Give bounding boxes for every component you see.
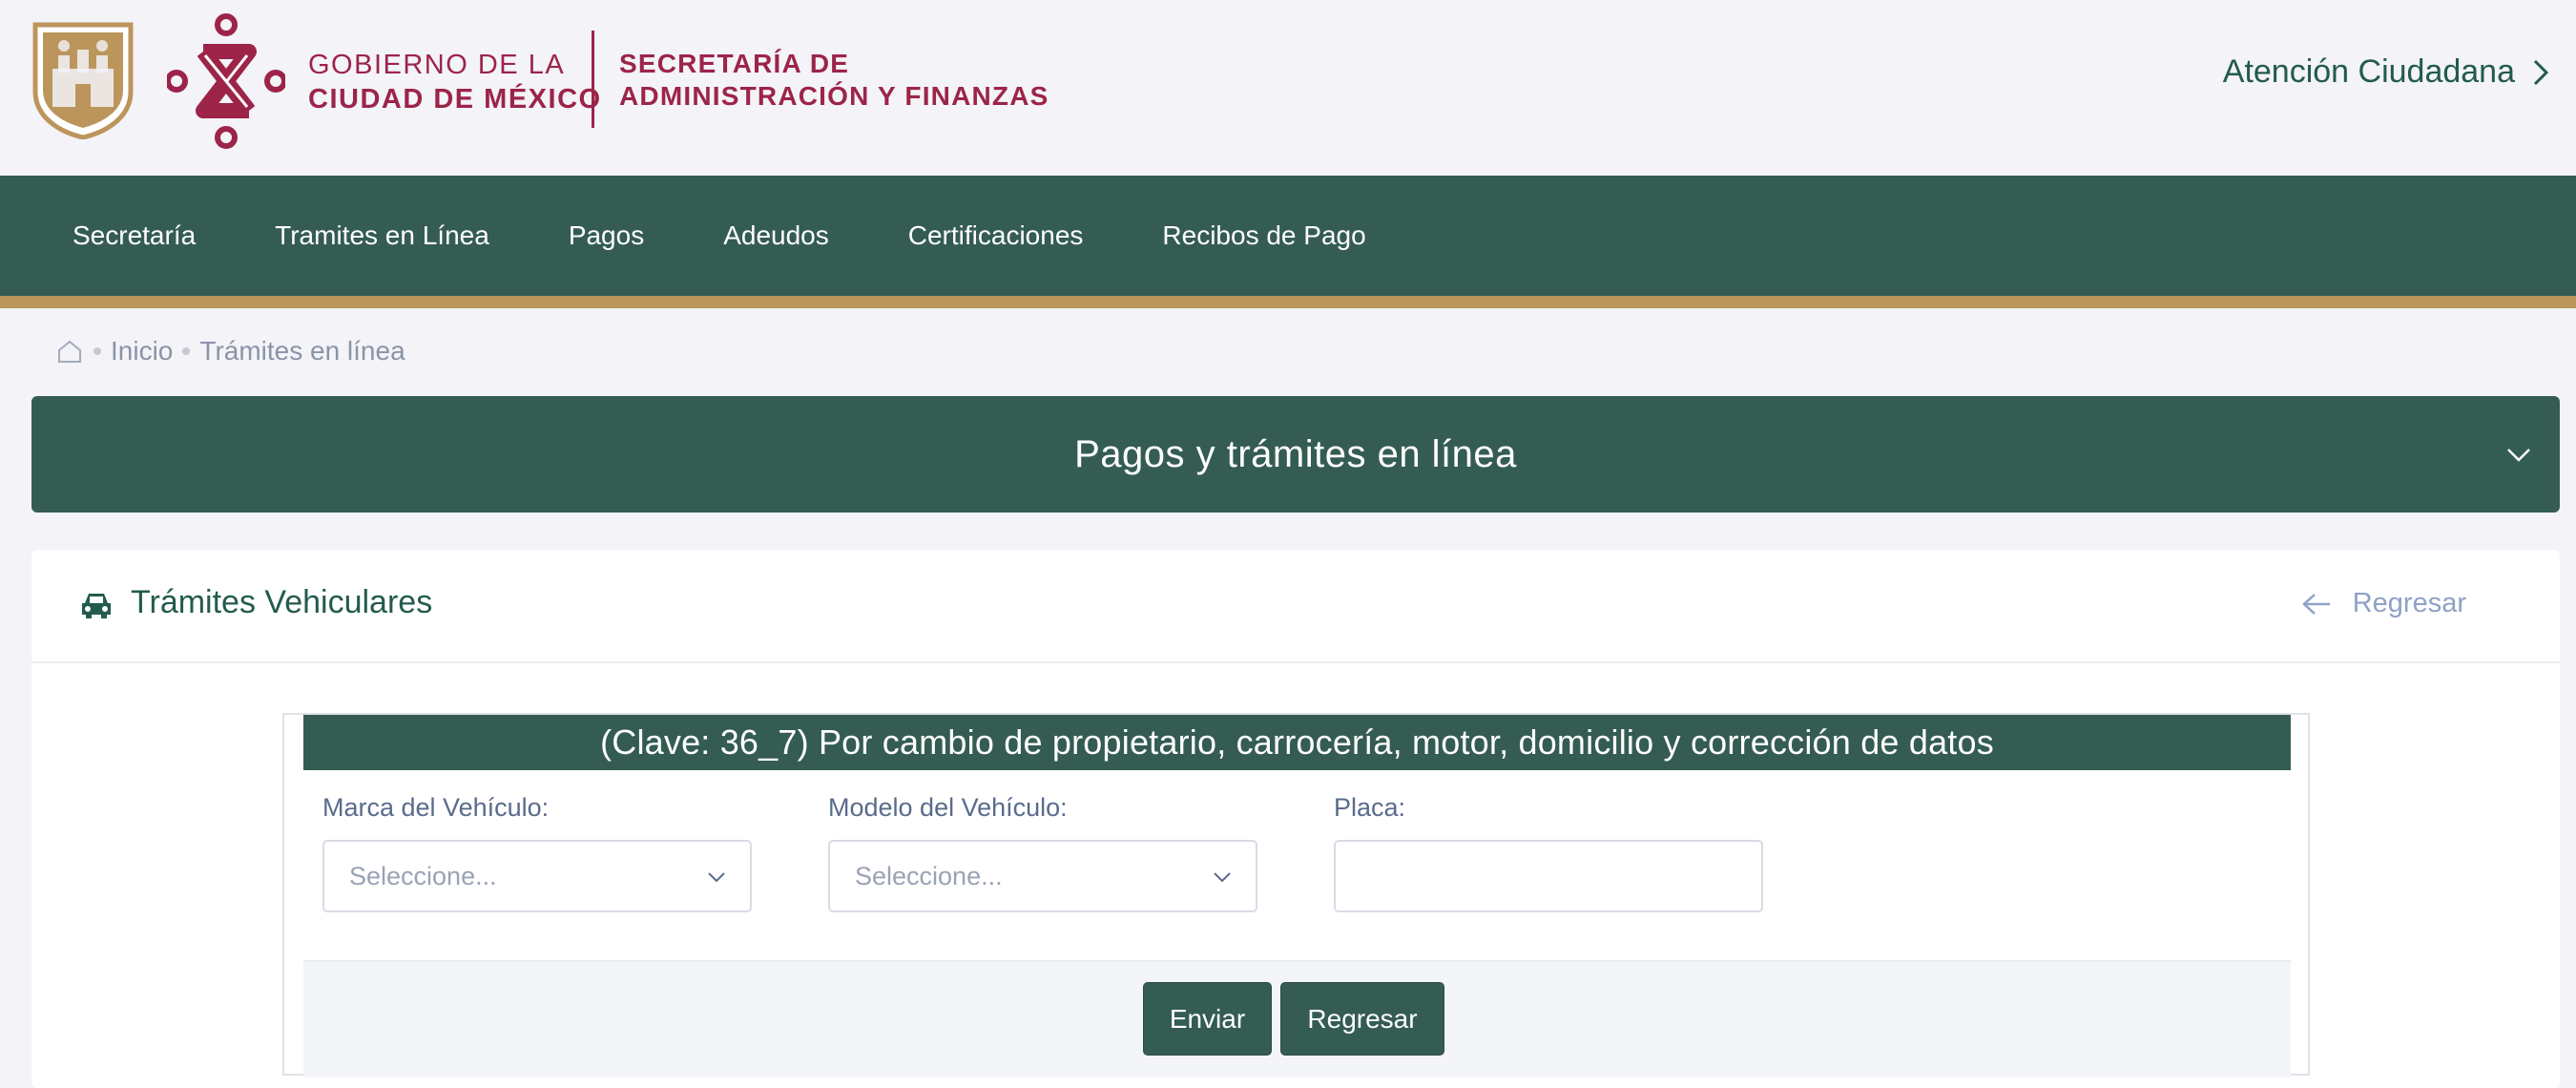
car-icon — [82, 594, 111, 618]
atencion-ciudadana-label: Atención Ciudadana — [2222, 53, 2515, 90]
nav-item-pagos[interactable]: Pagos — [569, 220, 644, 251]
form-footer: Enviar Regresar — [303, 960, 2291, 1078]
cdmx-knot-logo-icon[interactable] — [167, 13, 285, 149]
atencion-ciudadana-link[interactable]: Atención Ciudadana — [2223, 53, 2551, 91]
nav-item-tramites-en-linea[interactable]: Tramites en Línea — [275, 220, 489, 251]
chevron-right-icon — [2533, 59, 2549, 85]
chevron-down-icon — [2507, 449, 2530, 462]
home-icon[interactable] — [55, 337, 84, 366]
modelo-select[interactable]: Seleccione... — [828, 840, 1257, 912]
regresar-link[interactable]: Regresar — [2301, 588, 2466, 619]
breadcrumb-tramites-en-linea[interactable]: Trámites en línea — [199, 336, 405, 366]
nav-item-certificaciones[interactable]: Certificaciones — [908, 220, 1084, 251]
chevron-down-icon — [708, 872, 725, 883]
accordion-title: Pagos y trámites en línea — [1074, 432, 1517, 475]
gov-line-2: CIUDAD DE MÉXICO — [308, 84, 602, 115]
site-header: GOBIERNO DE LA CIUDAD DE MÉXICO SECRETAR… — [0, 0, 2576, 176]
regresar-button[interactable]: Regresar — [1280, 982, 1444, 1056]
cdmx-shield-logo-icon[interactable] — [31, 21, 135, 139]
gov-line-1: GOBIERNO DE LA — [308, 50, 566, 80]
pagos-tramites-accordion[interactable]: Pagos y trámites en línea — [31, 396, 2560, 513]
sec-line-1: SECRETARÍA DE — [619, 49, 850, 78]
breadcrumb: Inicio Trámites en línea — [55, 336, 405, 366]
marca-select[interactable]: Seleccione... — [322, 840, 752, 912]
modelo-select-value: Seleccione... — [855, 861, 1003, 890]
breadcrumb-separator — [93, 347, 101, 355]
tramites-card: Trámites Vehiculares Regresar (Clave: 36… — [31, 550, 2560, 1088]
arrow-left-icon — [2301, 593, 2330, 615]
placa-label: Placa: — [1334, 793, 1406, 822]
card-title: Trámites Vehiculares — [131, 584, 433, 620]
nav-item-recibos-de-pago[interactable]: Recibos de Pago — [1162, 220, 1365, 251]
nav-item-secretaria[interactable]: Secretaría — [73, 220, 196, 251]
marca-label: Marca del Vehículo: — [322, 793, 550, 822]
gold-accent-bar — [0, 296, 2576, 308]
placa-input[interactable] — [1334, 840, 1763, 912]
regresar-label: Regresar — [2352, 588, 2466, 618]
secretariat-name: SECRETARÍA DE ADMINISTRACIÓN Y FINANZAS — [619, 48, 1049, 113]
main-nav: Secretaría Tramites en Línea Pagos Adeud… — [0, 176, 2576, 296]
marca-select-value: Seleccione... — [349, 861, 497, 890]
card-header: Trámites Vehiculares Regresar — [31, 550, 2560, 663]
header-divider — [592, 31, 594, 128]
breadcrumb-separator — [182, 347, 191, 355]
modelo-label: Modelo del Vehículo: — [828, 793, 1068, 822]
tramite-form: (Clave: 36_7) Por cambio de propietario,… — [282, 713, 2310, 1078]
government-name: GOBIERNO DE LA CIUDAD DE MÉXICO — [308, 48, 602, 116]
sec-line-2: ADMINISTRACIÓN Y FINANZAS — [619, 81, 1049, 111]
form-title: (Clave: 36_7) Por cambio de propietario,… — [303, 715, 2291, 770]
enviar-button[interactable]: Enviar — [1143, 982, 1272, 1056]
nav-item-adeudos[interactable]: Adeudos — [723, 220, 829, 251]
chevron-down-icon — [1214, 872, 1231, 883]
breadcrumb-inicio[interactable]: Inicio — [111, 336, 173, 366]
